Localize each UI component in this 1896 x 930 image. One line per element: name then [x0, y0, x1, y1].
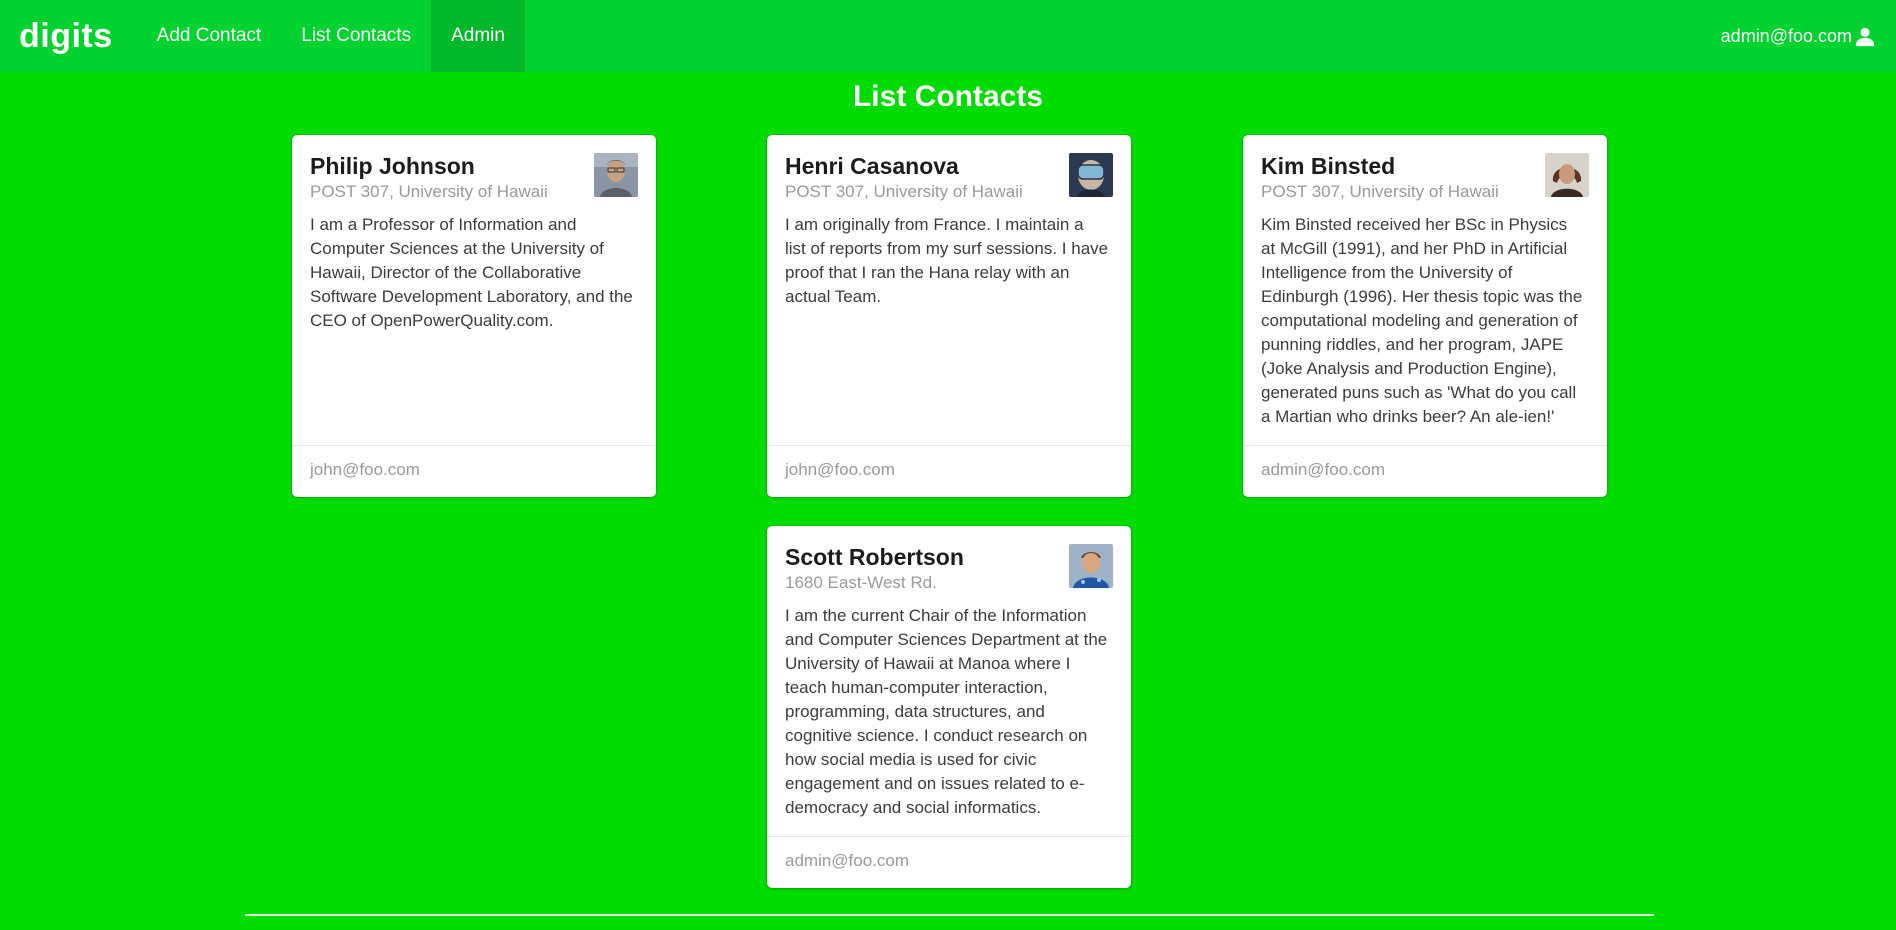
nav-admin[interactable]: Admin	[431, 0, 525, 72]
contact-name: Kim Binsted	[1261, 153, 1396, 179]
user-email[interactable]: admin@foo.com	[1721, 26, 1852, 47]
contact-name: Scott Robertson	[785, 544, 964, 570]
contact-owner: admin@foo.com	[1243, 445, 1607, 497]
contact-address: POST 307, University of Hawaii	[1261, 182, 1499, 201]
nav-add-contact[interactable]: Add Contact	[137, 0, 282, 72]
contact-card: Henri Casanova POST 307, University of H…	[767, 135, 1131, 497]
contact-description: Kim Binsted received her BSc in Physics …	[1261, 215, 1583, 426]
contact-description: I am the current Chair of the Informatio…	[785, 606, 1108, 817]
contact-name: Philip Johnson	[310, 153, 475, 179]
contact-card: Philip Johnson POST 307, University of H…	[292, 135, 656, 497]
contact-address: POST 307, University of Hawaii	[785, 182, 1023, 201]
contact-card: Scott Robertson 1680 East-West Rd. I am …	[767, 526, 1131, 888]
page-title: List Contacts	[852, 80, 1044, 113]
user-icon	[1855, 27, 1875, 47]
top-navbar: digits Add Contact List Contacts Admin a…	[0, 0, 1896, 72]
contact-name: Henri Casanova	[785, 153, 959, 179]
contact-owner: john@foo.com	[767, 445, 1131, 497]
contact-card: Kim Binsted POST 307, University of Hawa…	[1243, 135, 1607, 497]
contact-address: 1680 East-West Rd.	[785, 573, 937, 592]
avatar	[1069, 544, 1113, 588]
brand-logo[interactable]: digits	[0, 0, 137, 72]
nav-list-contacts[interactable]: List Contacts	[281, 0, 431, 72]
contact-owner: admin@foo.com	[767, 836, 1131, 888]
user-menu[interactable]: admin@foo.com	[1721, 0, 1896, 72]
contact-address: POST 307, University of Hawaii	[310, 182, 548, 201]
avatar	[1069, 153, 1113, 197]
avatar	[594, 153, 638, 197]
contact-description: I am originally from France. I maintain …	[785, 215, 1109, 306]
avatar	[1545, 153, 1589, 197]
contact-owner: john@foo.com	[292, 445, 656, 497]
footer-divider	[245, 914, 1654, 916]
contact-description: I am a Professor of Information and Comp…	[310, 215, 633, 330]
